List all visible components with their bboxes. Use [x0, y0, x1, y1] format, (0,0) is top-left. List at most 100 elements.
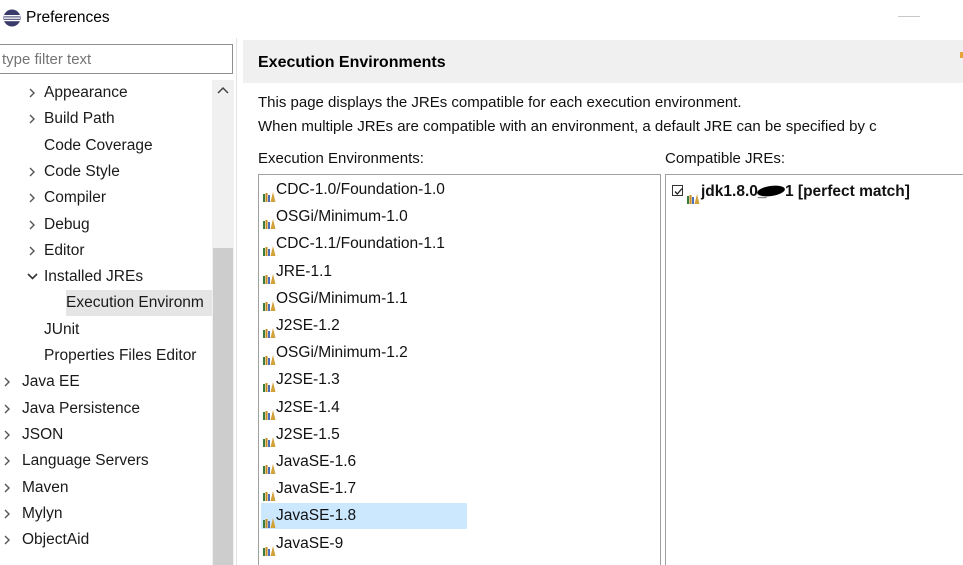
- tree-item-label: Execution Environm: [66, 290, 224, 317]
- environment-item[interactable]: J2SE-1.3: [261, 367, 467, 393]
- tree-item[interactable]: Appearance: [0, 80, 236, 106]
- page-description-line-1: This page displays the JREs compatible f…: [258, 94, 742, 111]
- chevron-right-icon[interactable]: [3, 527, 15, 553]
- tree-item-label: Compiler: [44, 189, 107, 207]
- chevron-right-icon[interactable]: [3, 501, 15, 527]
- environment-name: OSGi/Minimum-1.2: [276, 344, 408, 362]
- tree-item-label: ObjectAid: [22, 531, 90, 549]
- tree-item-label: Appearance: [44, 84, 128, 101]
- tree-item-label: JUnit: [44, 320, 80, 338]
- scroll-up-arrow-icon[interactable]: [212, 80, 234, 102]
- page-header: Execution Environments: [243, 40, 963, 83]
- environment-item[interactable]: CDC-1.1/Foundation-1.1: [261, 231, 467, 257]
- chevron-right-icon[interactable]: [28, 159, 40, 185]
- tree-item-label: Maven: [22, 478, 69, 496]
- page-title: Execution Environments: [258, 54, 446, 71]
- minimize-button[interactable]: [898, 16, 920, 17]
- tree-item-label: Editor: [44, 241, 85, 259]
- environment-name: CDC-1.1/Foundation-1.1: [276, 235, 445, 253]
- environments-label: Execution Environments:: [258, 150, 424, 167]
- chevron-right-icon[interactable]: [3, 448, 15, 474]
- title-bar: Preferences: [0, 0, 963, 38]
- tree-item-label: Java EE: [22, 373, 80, 391]
- filter-input[interactable]: [0, 44, 233, 74]
- chevron-right-icon[interactable]: [28, 238, 40, 264]
- environment-name: J2SE-1.3: [276, 371, 340, 389]
- chevron-right-icon[interactable]: [28, 80, 40, 106]
- tree-item-label: JSON: [22, 425, 64, 443]
- environment-item[interactable]: JavaSE-1.8: [261, 503, 467, 530]
- tree-item[interactable]: Code Coverage: [0, 133, 236, 159]
- environment-name: OSGi/Minimum-1.1: [276, 289, 408, 307]
- tree-item-label: Mylyn: [22, 504, 63, 522]
- tree-item-label: Debug: [44, 215, 90, 233]
- tree-item[interactable]: Execution Environm: [0, 290, 236, 317]
- window-title: Preferences: [26, 9, 110, 26]
- pane-divider[interactable]: [236, 38, 237, 565]
- environments-list[interactable]: CDC-1.0/Foundation-1.0 OSGi/Minimum-1.0 CD…: [258, 174, 661, 565]
- chevron-right-icon[interactable]: [28, 185, 40, 211]
- tree-item-label: Installed JREs: [44, 268, 144, 286]
- scrollbar-thumb[interactable]: [213, 248, 233, 565]
- tree-item[interactable]: Editor: [0, 238, 236, 264]
- tree-item[interactable]: Compiler: [0, 185, 236, 211]
- environment-name: JavaSE-1.8: [276, 507, 357, 525]
- environment-name: CDC-1.0/Foundation-1.0: [276, 181, 445, 198]
- environment-name: JavaSE-1.6: [276, 453, 357, 470]
- tree-item-label: Code Coverage: [44, 136, 153, 154]
- environment-name: OSGi/Minimum-1.0: [276, 208, 408, 226]
- environment-item[interactable]: OSGi/Minimum-1.0: [261, 204, 467, 230]
- tree-item-label: Properties Files Editor: [44, 347, 197, 364]
- chevron-right-icon[interactable]: [3, 422, 15, 448]
- jre-match-status: 1 [perfect match]: [785, 183, 910, 200]
- tree-item-label: Code Style: [44, 162, 120, 180]
- environment-name: J2SE-1.2: [276, 317, 340, 334]
- chevron-right-icon[interactable]: [3, 369, 15, 395]
- tree-item[interactable]: Code Style: [0, 159, 236, 185]
- chevron-right-icon[interactable]: [28, 106, 40, 132]
- tree-item[interactable]: Build Path: [0, 106, 236, 132]
- environment-item[interactable]: JRE-1.1: [261, 259, 467, 285]
- tree-item[interactable]: Maven: [0, 475, 236, 501]
- tree-item[interactable]: Java Persistence: [0, 396, 236, 422]
- environment-name: JavaSE-9: [276, 534, 344, 552]
- chevron-right-icon[interactable]: [3, 396, 15, 422]
- tree-item[interactable]: JUnit: [0, 317, 236, 343]
- environment-name: J2SE-1.4: [276, 398, 340, 416]
- jre-library-icon: [263, 539, 276, 565]
- compatible-jres-label: Compatible JREs:: [665, 150, 786, 167]
- chevron-right-icon[interactable]: [3, 475, 15, 501]
- tree-item[interactable]: Java EE: [0, 369, 236, 395]
- environment-item[interactable]: JavaSE-1.6: [261, 449, 467, 475]
- environment-item[interactable]: CDC-1.0/Foundation-1.0: [261, 177, 467, 203]
- jre-item[interactable]: jdk1.8.0_ 1 [perfect match]: [670, 179, 960, 205]
- tree-scrollbar[interactable]: [212, 80, 234, 565]
- environment-item[interactable]: OSGi/Minimum-1.2: [261, 340, 467, 366]
- compatible-jres-list[interactable]: jdk1.8.0_ 1 [perfect match]: [665, 174, 963, 565]
- tree-item-label: Language Servers: [22, 452, 149, 470]
- environment-item[interactable]: J2SE-1.5: [261, 422, 467, 448]
- environment-item[interactable]: J2SE-1.2: [261, 313, 467, 339]
- tree-item[interactable]: Debug: [0, 212, 236, 238]
- environment-name: J2SE-1.5: [276, 425, 340, 443]
- chevron-right-icon[interactable]: [28, 212, 40, 238]
- jre-checkbox[interactable]: [672, 185, 683, 196]
- tree-item[interactable]: ObjectAid: [0, 527, 236, 553]
- tree-item[interactable]: Installed JREs: [0, 264, 236, 290]
- environment-item[interactable]: JavaSE-1.7: [261, 476, 467, 502]
- page-description-line-2: When multiple JREs are compatible with a…: [258, 118, 877, 135]
- preference-tree[interactable]: Appearance Build Path Code Coverage Code St…: [0, 80, 236, 565]
- environment-item[interactable]: JavaSE-9: [261, 531, 467, 557]
- chevron-down-icon[interactable]: [27, 264, 39, 290]
- environment-item[interactable]: J2SE-1.4: [261, 395, 467, 421]
- tree-item-label: Build Path: [44, 110, 115, 128]
- tree-item-label: Java Persistence: [22, 399, 141, 417]
- tree-item[interactable]: JSON: [0, 422, 236, 448]
- tree-item[interactable]: Properties Files Editor: [0, 343, 236, 369]
- tree-item[interactable]: Mylyn: [0, 501, 236, 527]
- tree-item[interactable]: Language Servers: [0, 448, 236, 474]
- environment-name: JRE-1.1: [276, 262, 332, 280]
- jre-library-icon: [687, 187, 700, 213]
- eclipse-icon: [3, 9, 21, 27]
- environment-item[interactable]: OSGi/Minimum-1.1: [261, 286, 467, 312]
